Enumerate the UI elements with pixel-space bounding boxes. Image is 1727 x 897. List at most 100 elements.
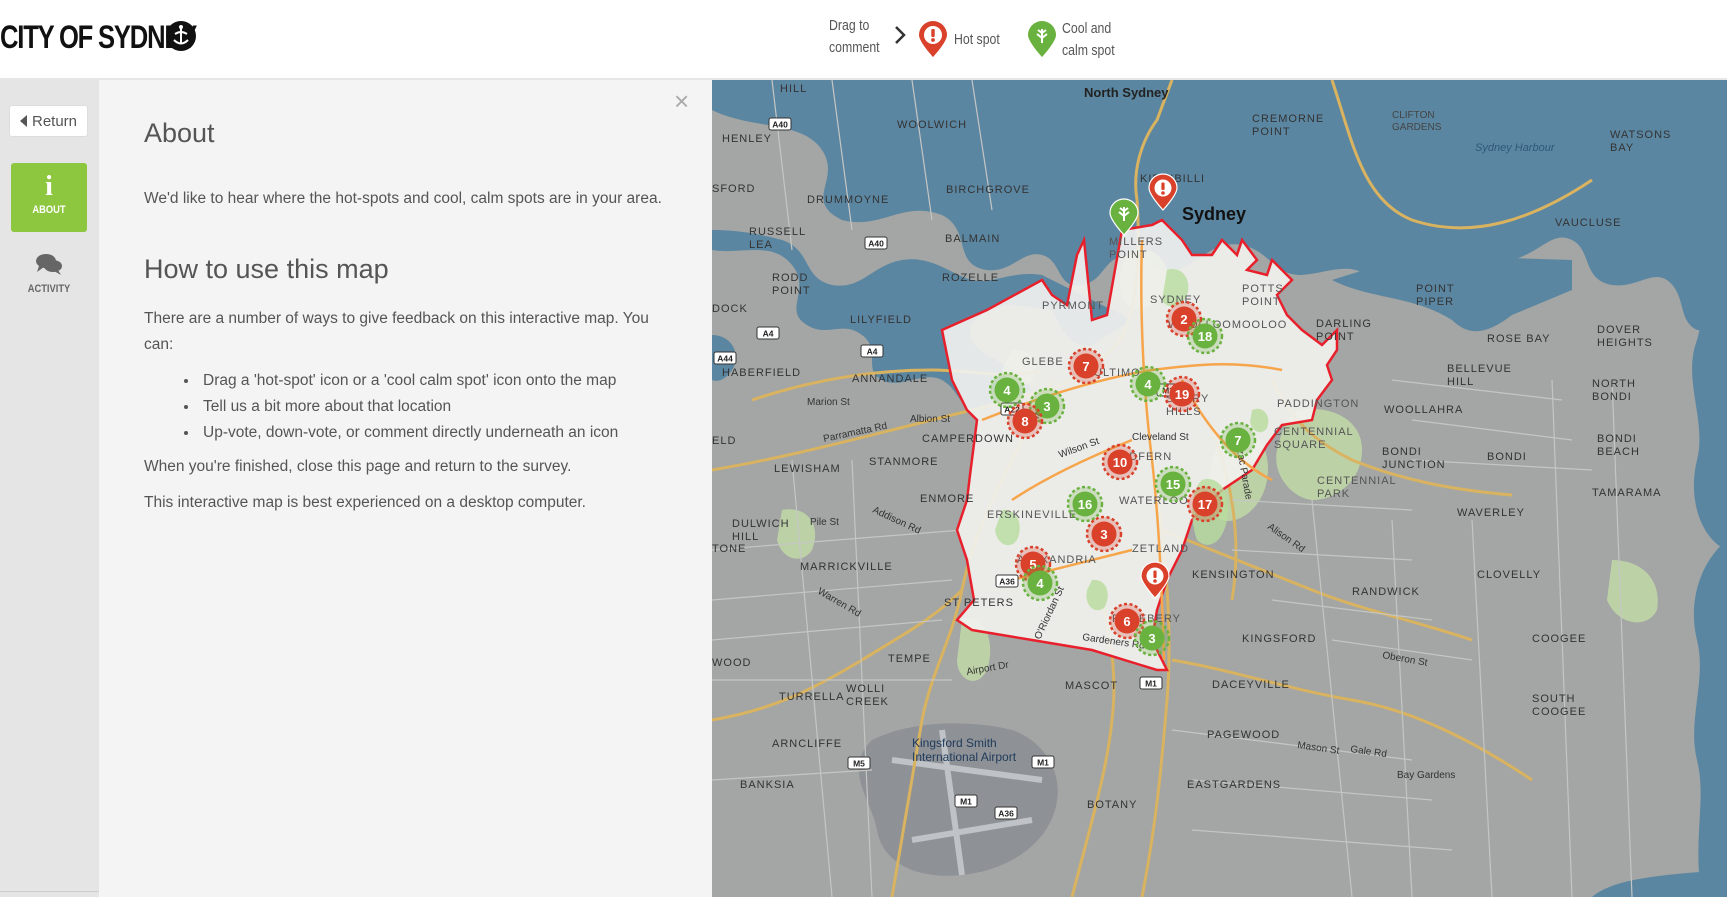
cluster-count: 7 <box>1234 433 1241 448</box>
cool-spot-cluster[interactable]: 4 <box>1021 564 1059 602</box>
drag-label-line1: Drag to <box>829 17 870 34</box>
map-label: HILL <box>780 83 807 95</box>
info-icon: i <box>45 171 53 202</box>
map-label: Bay Gardens <box>1397 770 1455 781</box>
svg-text:A4: A4 <box>867 347 878 357</box>
howto-title: How to use this map <box>144 254 389 284</box>
map-label: HENLEY <box>722 133 772 145</box>
map-label: Marion St <box>807 397 850 408</box>
svg-text:M1: M1 <box>960 797 972 807</box>
tab-activity[interactable]: ACTIVITY <box>11 250 87 310</box>
map-label: ANNANDALE <box>852 373 928 385</box>
svg-text:A40: A40 <box>772 120 788 130</box>
header-bar: CITY OF SYDNEY Drag to comment Hot spot … <box>0 0 1727 80</box>
svg-text:M1: M1 <box>1145 679 1157 689</box>
cluster-count: 19 <box>1175 387 1189 402</box>
hot-spot-cluster[interactable]: 7 <box>1067 347 1105 385</box>
cool-spot-cluster[interactable]: 3 <box>1133 619 1171 657</box>
cool-spot-cluster[interactable]: 4 <box>1129 365 1167 403</box>
map-label: EASTGARDENS <box>1187 779 1281 791</box>
tab-about-label: ABOUT <box>32 204 66 216</box>
cool-spot-cluster[interactable]: 16 <box>1066 485 1104 523</box>
map-label: STANMORE <box>869 456 939 468</box>
cool-spot-cluster[interactable]: 15 <box>1154 465 1192 503</box>
map-label: WOOD <box>712 657 751 669</box>
map-label: KENSINGTON <box>1192 569 1275 581</box>
speech-bubbles-icon <box>36 254 62 275</box>
map-label: Albion St <box>910 414 950 425</box>
city-of-sydney-logo[interactable]: CITY OF SYDNEY <box>0 17 245 57</box>
sidebar-divider <box>0 891 99 892</box>
map-label: PADDINGTON <box>1277 398 1359 410</box>
intro-text: We'd like to hear where the hot-spots an… <box>144 190 662 207</box>
list-item: Up-vote, down-vote, or comment directly … <box>199 420 618 446</box>
cluster-count: 10 <box>1113 455 1127 470</box>
hot-spot-label: Hot spot <box>954 31 1000 48</box>
map-label: ZETLAND <box>1132 543 1189 555</box>
cool-spot-cluster[interactable]: 7 <box>1219 421 1257 459</box>
close-icon[interactable]: × <box>674 88 689 114</box>
map-label: KINGSFORD <box>1242 633 1316 645</box>
cluster-count: 4 <box>1144 377 1152 392</box>
panel-title: About <box>144 118 215 148</box>
cluster-count: 3 <box>1100 527 1107 542</box>
map-label: ELD <box>712 435 736 447</box>
map-label: CLOVELLY <box>1477 569 1541 581</box>
map-label: Sydney Harbour <box>1475 142 1556 154</box>
svg-text:M5: M5 <box>853 759 865 769</box>
map-canvas[interactable]: North SydneyWOOLWICHHENLEYCREMORNE POINTC… <box>712 80 1727 897</box>
map-label: NORTH BONDI <box>1592 378 1636 403</box>
hot-spot-cluster[interactable]: 17 <box>1186 485 1224 523</box>
map-label: PAGEWOOD <box>1207 729 1280 741</box>
cluster-count: 16 <box>1078 497 1092 512</box>
map-label: WAVERLEY <box>1457 507 1525 519</box>
map-label: ST PETERS <box>944 597 1014 609</box>
hot-spot-cluster[interactable]: 8 <box>1006 402 1044 440</box>
map-label: ARNCLIFFE <box>772 738 842 750</box>
map-label: DOCK <box>712 303 748 315</box>
hot-spot-cluster[interactable]: 3 <box>1085 515 1123 553</box>
cluster-count: 3 <box>1148 631 1155 646</box>
cool-calm-spot-label: Cool and calm spot <box>1062 18 1126 62</box>
road-shield: A36 <box>994 806 1018 820</box>
finish-text: When you're finished, close this page an… <box>144 458 572 475</box>
map-label: TURRELLA <box>779 691 844 703</box>
map-label: BANKSIA <box>740 779 795 791</box>
cluster-count: 4 <box>1003 383 1011 398</box>
list-item: Drag a 'hot-spot' icon or a 'cool calm s… <box>199 368 618 394</box>
road-shield: A44 <box>713 351 737 365</box>
road-shield: M1 <box>1031 755 1055 769</box>
map-label: CAMPERDOWN <box>922 433 1014 445</box>
steps-list: Drag a 'hot-spot' icon or a 'cool calm s… <box>179 368 618 446</box>
interactive-map[interactable]: North Sydney WOOLWICH HENLEY CREMORNE POINT C… <box>712 80 1727 897</box>
map-label: GLEBE <box>1022 356 1064 368</box>
cool-spot-cluster[interactable]: 4 <box>988 371 1026 409</box>
cluster-count: 2 <box>1180 312 1187 327</box>
svg-text:A36: A36 <box>998 809 1014 819</box>
road-shield: M1 <box>954 794 978 808</box>
map-label: WOOLWICH <box>897 119 967 131</box>
road-shield: A40 <box>768 117 792 131</box>
ocean-coast <box>1693 540 1727 897</box>
cool-spot-cluster[interactable]: 18 <box>1186 317 1224 355</box>
map-label: VAUCLUSE <box>1555 217 1621 229</box>
hot-spot-cluster[interactable]: 10 <box>1101 443 1139 481</box>
map-label: WOLLI CREEK <box>846 683 889 708</box>
map-label: MASCOT <box>1065 680 1118 692</box>
cluster-count: 4 <box>1036 576 1044 591</box>
cool-calm-spot-draggable-icon[interactable] <box>1026 20 1058 58</box>
sidebar: Return i ABOUT ACTIVITY <box>0 80 99 897</box>
drag-label-line2: comment <box>829 39 880 56</box>
map-label: DRUMMOYNE <box>807 194 889 206</box>
hot-spot-cluster[interactable]: 19 <box>1163 375 1201 413</box>
map-label: Cleveland St <box>1132 432 1189 443</box>
map-label: POTTS POINT <box>1242 283 1284 308</box>
tab-about[interactable]: i ABOUT <box>11 163 87 232</box>
map-label: POINT PIPER <box>1416 283 1455 308</box>
cluster-count: 17 <box>1198 497 1212 512</box>
road-shield: A4 <box>756 326 780 340</box>
hot-spot-draggable-icon[interactable] <box>917 20 949 58</box>
return-button[interactable]: Return <box>9 105 88 137</box>
cluster-count: 6 <box>1123 614 1130 629</box>
cluster-count: 3 <box>1043 399 1050 414</box>
